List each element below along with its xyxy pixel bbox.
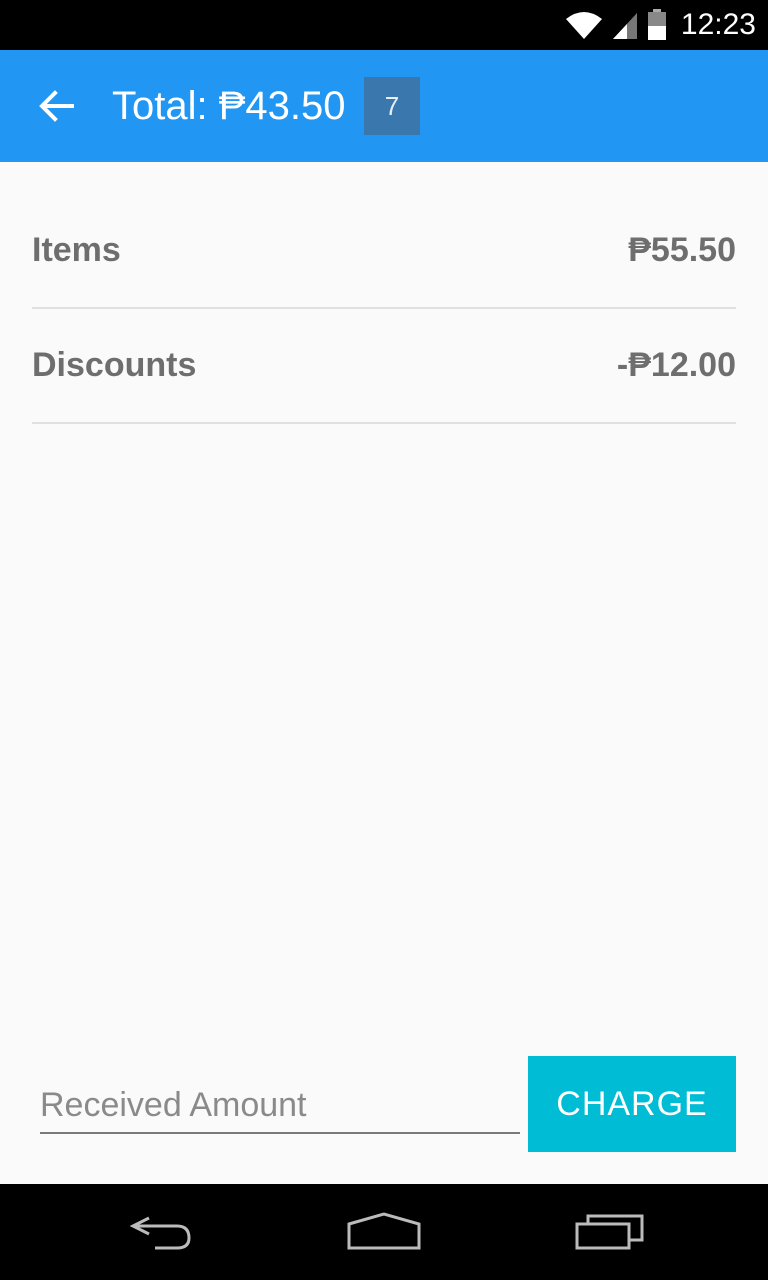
- app-bar: Total: ₱43.50 7: [0, 50, 768, 162]
- item-count-badge[interactable]: 7: [364, 77, 420, 135]
- received-amount-input[interactable]: [40, 1080, 520, 1130]
- items-label: Items: [32, 231, 121, 269]
- battery-icon: [647, 9, 666, 40]
- wifi-icon: [565, 12, 602, 39]
- nav-home-button[interactable]: [324, 1184, 444, 1280]
- items-value: ₱55.50: [628, 231, 736, 269]
- arrow-back-icon: [39, 90, 74, 122]
- nav-back-icon: [129, 1216, 191, 1250]
- status-bar: 12:23: [0, 0, 768, 50]
- received-amount-field: [40, 1080, 520, 1134]
- nav-home-icon: [347, 1212, 421, 1250]
- items-row: Items ₱55.50: [32, 194, 736, 309]
- nav-back-button[interactable]: [100, 1184, 220, 1280]
- nav-recents-icon: [575, 1214, 644, 1250]
- page-title: Total: ₱43.50: [112, 84, 346, 128]
- discounts-value: -₱12.00: [616, 346, 736, 384]
- navigation-bar: [0, 1184, 768, 1280]
- discounts-label: Discounts: [32, 346, 197, 384]
- nav-recents-button[interactable]: [550, 1184, 670, 1280]
- charge-button[interactable]: CHARGE: [528, 1056, 736, 1152]
- signal-icon: [612, 13, 637, 39]
- status-icons: 12:23: [565, 0, 756, 50]
- discounts-row: Discounts -₱12.00: [32, 309, 736, 424]
- status-time: 12:23: [680, 8, 756, 41]
- back-button[interactable]: [24, 74, 88, 138]
